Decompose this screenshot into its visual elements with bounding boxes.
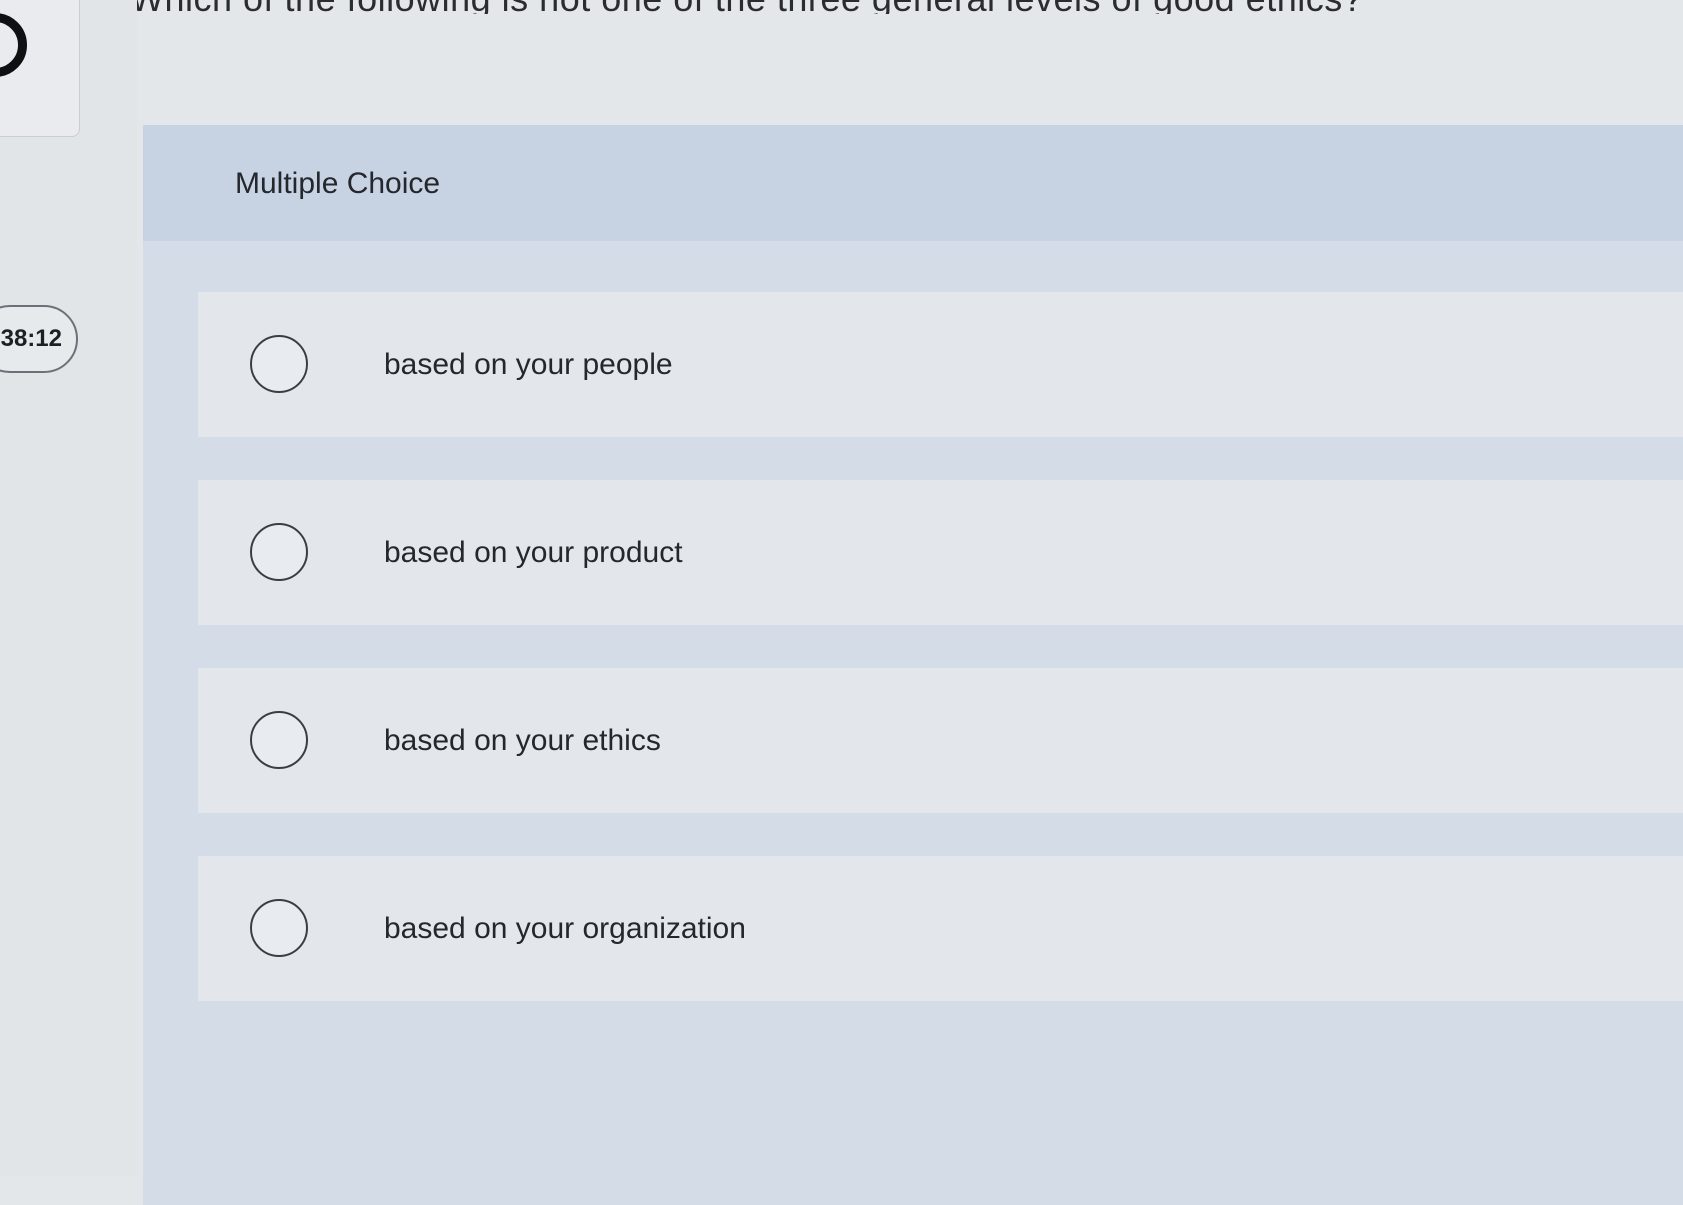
card-title: Multiple Choice bbox=[235, 167, 441, 200]
option-label[interactable]: based on your organization bbox=[384, 912, 746, 946]
answer-option-1[interactable]: based on your people bbox=[198, 292, 1683, 437]
radio-button[interactable] bbox=[250, 335, 308, 393]
question-card: Multiple Choice based on your people bas… bbox=[143, 125, 1683, 1205]
option-label[interactable]: based on your product bbox=[384, 536, 683, 570]
timer-badge: 38:12 bbox=[0, 305, 78, 373]
timer-value: 38:12 bbox=[0, 325, 62, 352]
progress-ring-icon bbox=[0, 13, 27, 77]
progress-card[interactable] bbox=[0, 0, 80, 137]
radio-button[interactable] bbox=[250, 899, 308, 957]
answer-option-4[interactable]: based on your organization bbox=[198, 856, 1683, 1001]
radio-button[interactable] bbox=[250, 523, 308, 581]
answer-option-3[interactable]: based on your ethics bbox=[198, 668, 1683, 813]
question-text: Which of the following is not one of the… bbox=[130, 0, 1683, 14]
radio-button[interactable] bbox=[250, 711, 308, 769]
answer-option-2[interactable]: based on your product bbox=[198, 480, 1683, 625]
option-label[interactable]: based on your people bbox=[384, 348, 673, 382]
left-panel: 38:12 bbox=[0, 0, 137, 1176]
card-header: Multiple Choice bbox=[143, 125, 1683, 241]
option-label[interactable]: based on your ethics bbox=[384, 724, 661, 758]
